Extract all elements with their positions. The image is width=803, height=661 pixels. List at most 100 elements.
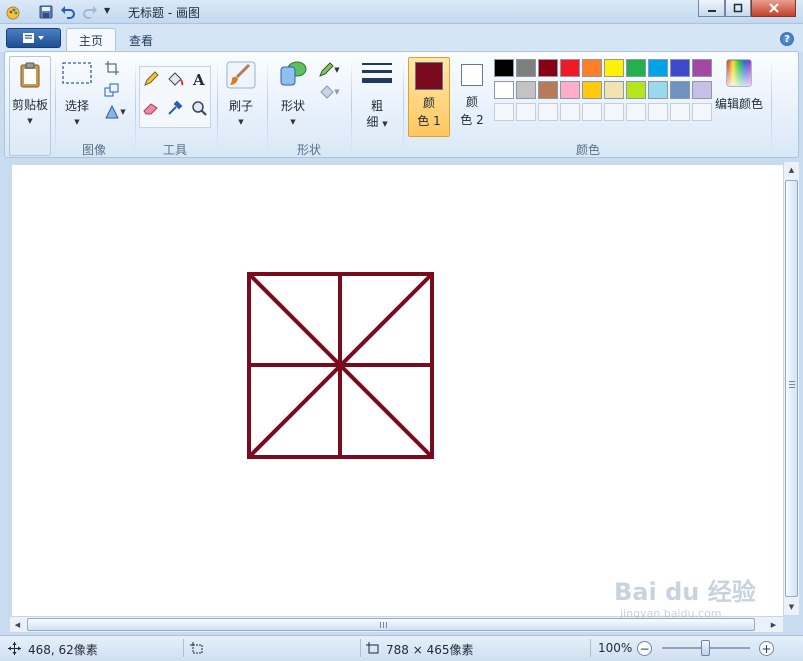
minus-icon: −: [639, 641, 650, 656]
zoom-level-text: 100%: [598, 641, 633, 655]
palette-swatch[interactable]: [560, 81, 580, 99]
palette-swatch-empty[interactable]: [670, 103, 690, 121]
palette-swatch[interactable]: [582, 81, 602, 99]
palette-swatch[interactable]: [692, 81, 712, 99]
brushes-button[interactable]: 刷子 ▼: [221, 60, 261, 130]
shape-fill-icon: [320, 85, 335, 99]
outline-button[interactable]: ▼: [315, 60, 343, 80]
scroll-right-icon[interactable]: ▶: [766, 617, 781, 632]
cursor-position-text: 468, 62像素: [28, 643, 98, 657]
crop-button[interactable]: [101, 58, 123, 78]
text-button[interactable]: A: [188, 69, 210, 89]
color2-swatch: [461, 64, 483, 86]
palette-swatch[interactable]: [494, 59, 514, 77]
palette-swatch-empty[interactable]: [648, 103, 668, 121]
eraser-button[interactable]: [140, 98, 162, 118]
shapes-button[interactable]: 形状 ▼: [273, 60, 313, 130]
palette-swatch-empty[interactable]: [516, 103, 536, 121]
palette-swatch[interactable]: [648, 59, 668, 77]
select-button[interactable]: 选择 ▼: [59, 60, 95, 130]
size-button[interactable]: 粗 细 ▼: [357, 60, 397, 132]
outline-dropdown-icon: ▼: [334, 66, 340, 74]
scroll-left-icon[interactable]: ◀: [10, 617, 25, 632]
palette-swatch[interactable]: [494, 81, 514, 99]
palette-swatch-empty[interactable]: [494, 103, 514, 121]
resize-button[interactable]: [101, 80, 123, 100]
pencil-button[interactable]: [140, 69, 162, 89]
close-button[interactable]: [751, 0, 796, 17]
minimize-button[interactable]: [698, 0, 725, 17]
fill-button[interactable]: [164, 69, 186, 89]
palette-swatch[interactable]: [670, 59, 690, 77]
tab-view-label: 查看: [129, 33, 154, 48]
tab-home[interactable]: 主页: [66, 28, 117, 52]
scroll-up-icon[interactable]: ▲: [784, 162, 799, 177]
clipboard-button[interactable]: 剪贴板 ▼: [9, 56, 51, 156]
vertical-scrollbar[interactable]: ▲ ▼: [783, 162, 799, 615]
cursor-position-icon: [8, 642, 21, 655]
palette-swatch-empty[interactable]: [604, 103, 624, 121]
rotate-button[interactable]: ▼: [101, 102, 129, 122]
color1-button[interactable]: 颜 色 1: [408, 57, 450, 137]
palette-swatch[interactable]: [560, 59, 580, 77]
palette-swatch[interactable]: [604, 59, 624, 77]
edit-colors-icon: [726, 59, 752, 87]
palette-swatch-empty[interactable]: [560, 103, 580, 121]
horizontal-scrollbar[interactable]: ◀ ▶: [10, 616, 783, 632]
palette-swatch-empty[interactable]: [692, 103, 712, 121]
palette-swatch[interactable]: [648, 81, 668, 99]
shapes-icon: [280, 61, 307, 86]
close-icon: [768, 3, 779, 13]
palette-swatch-empty[interactable]: [538, 103, 558, 121]
palette-swatch[interactable]: [626, 81, 646, 99]
palette-swatch[interactable]: [538, 81, 558, 99]
paint-menu-button[interactable]: [6, 28, 61, 48]
edit-colors-label: 编辑颜色: [714, 97, 763, 111]
palette-swatch[interactable]: [582, 59, 602, 77]
palette-swatch[interactable]: [516, 59, 536, 77]
zoom-out-button[interactable]: −: [637, 641, 652, 656]
zoom-slider-thumb[interactable]: [701, 640, 710, 656]
ribbon-tab-row: 主页 查看 ?: [0, 24, 803, 52]
paint-app-icon[interactable]: [6, 4, 22, 20]
magnifier-button[interactable]: [188, 98, 210, 118]
palette-swatch[interactable]: [692, 59, 712, 77]
magnifier-icon: [192, 101, 207, 116]
quick-access-dropdown-icon[interactable]: ▼: [104, 6, 110, 15]
undo-icon[interactable]: [60, 4, 76, 20]
shapes-group-label: 形状: [296, 143, 321, 157]
palette-swatch[interactable]: [670, 81, 690, 99]
color2-label-line2: 色 2: [460, 113, 484, 127]
vertical-scroll-thumb[interactable]: [785, 180, 798, 597]
crop-icon: [105, 61, 119, 75]
drawing-layer: [247, 272, 434, 459]
redo-icon[interactable]: [82, 4, 98, 20]
palette-swatch-empty[interactable]: [626, 103, 646, 121]
drawing-canvas[interactable]: [12, 165, 783, 618]
save-icon[interactable]: [38, 4, 54, 20]
horizontal-scroll-thumb[interactable]: [27, 618, 755, 631]
palette-swatch-empty[interactable]: [582, 103, 602, 121]
palette-swatch[interactable]: [516, 81, 536, 99]
scroll-down-icon[interactable]: ▼: [784, 599, 799, 614]
color-picker-button[interactable]: [164, 98, 186, 118]
colors-group-label: 颜色: [575, 143, 600, 157]
tab-home-label: 主页: [79, 34, 104, 48]
tab-view[interactable]: 查看: [117, 28, 165, 52]
palette-swatch[interactable]: [538, 59, 558, 77]
palette-swatch[interactable]: [626, 59, 646, 77]
line-size-icon: [362, 63, 392, 83]
edit-colors-button[interactable]: 编辑颜色: [713, 58, 765, 112]
brushes-label: 刷子: [228, 99, 253, 113]
canvas-size-icon: [366, 642, 379, 654]
selection-size-icon: [190, 642, 203, 654]
zoom-in-button[interactable]: +: [759, 641, 774, 656]
fill-shape-button[interactable]: ▼: [315, 82, 343, 102]
size-label-line2: 细: [366, 115, 379, 129]
palette-swatch[interactable]: [604, 81, 624, 99]
maximize-button[interactable]: [725, 0, 751, 17]
help-icon[interactable]: ?: [780, 32, 794, 46]
fill-shape-dropdown-icon: ▼: [334, 88, 340, 96]
color2-button[interactable]: 颜 色 2: [451, 57, 493, 137]
brush-icon: [226, 61, 256, 89]
